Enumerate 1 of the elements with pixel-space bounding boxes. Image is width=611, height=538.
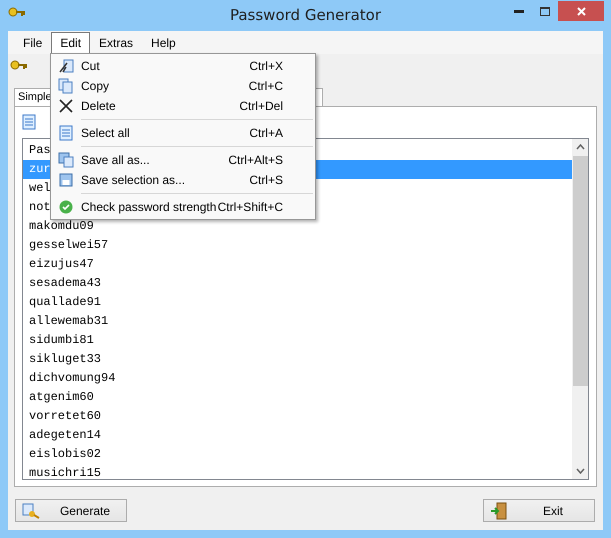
- window-title: Password Generator: [230, 6, 381, 24]
